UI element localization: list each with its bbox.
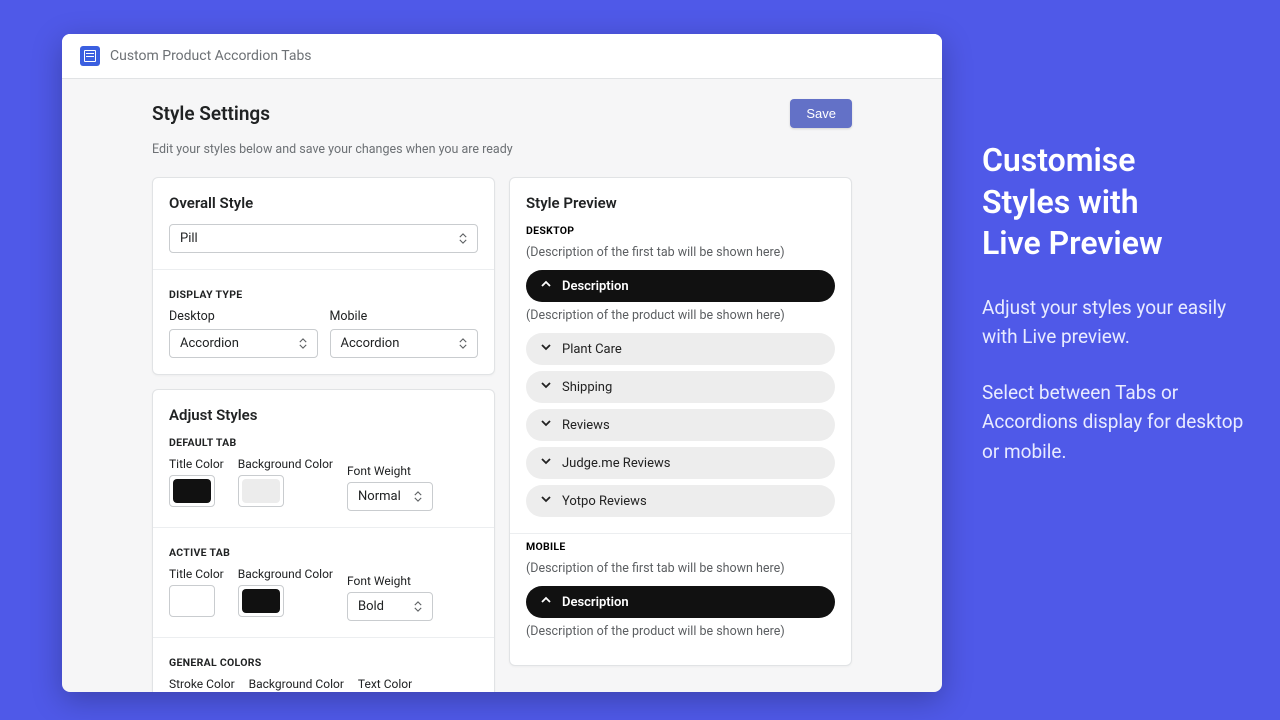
page-subtitle: Edit your styles below and save your cha… <box>152 142 852 157</box>
overall-style-value: Pill <box>180 231 198 246</box>
desktop-display-select[interactable]: Accordion <box>169 329 318 358</box>
font-weight-label: Font Weight <box>347 574 433 588</box>
display-type-label: DISPLAY TYPE <box>169 284 478 301</box>
select-caret-icon <box>459 233 467 244</box>
page-header: Style Settings Save <box>152 99 852 128</box>
accordion-item-label: Judge.me Reviews <box>562 456 670 471</box>
promo-paragraph: Adjust your styles your easily with Live… <box>982 293 1244 352</box>
active-tab-label: ACTIVE TAB <box>169 542 478 559</box>
accordion-item-label: Description <box>562 279 629 294</box>
accordion-item[interactable]: Reviews <box>526 409 835 441</box>
accordion-item-label: Plant Care <box>562 342 622 357</box>
columns: Overall Style Pill DISPLAY TYPE Desktop <box>152 177 852 692</box>
active-title-color-swatch[interactable] <box>169 585 215 617</box>
accordion-item-label: Shipping <box>562 380 612 395</box>
style-preview-heading: Style Preview <box>526 194 835 212</box>
adjust-styles-heading: Adjust Styles <box>169 406 478 424</box>
active-bg-color-swatch[interactable] <box>238 585 284 617</box>
bg-color-label: Background Color <box>238 457 333 471</box>
accordion-item[interactable]: Plant Care <box>526 333 835 365</box>
accordion-item-label: Reviews <box>562 418 610 433</box>
adjust-styles-card: Adjust Styles DEFAULT TAB Title Color Ba… <box>152 389 495 692</box>
right-column: Style Preview DESKTOP (Description of th… <box>509 177 852 692</box>
title-color-label: Title Color <box>169 457 224 471</box>
promo-panel: Customise Styles with Live Preview Adjus… <box>942 0 1280 720</box>
accordion-item[interactable]: Yotpo Reviews <box>526 485 835 517</box>
select-caret-icon <box>414 491 422 502</box>
app-title: Custom Product Accordion Tabs <box>110 48 312 64</box>
promo-headline: Customise Styles with Live Preview <box>982 140 1244 265</box>
accordion-item-label: Yotpo Reviews <box>562 494 647 509</box>
accordion-item[interactable]: Shipping <box>526 371 835 403</box>
default-font-weight-select[interactable]: Normal <box>347 482 433 511</box>
stroke-color-label: Stroke Color <box>169 677 235 691</box>
chevron-down-icon <box>540 379 552 395</box>
chevron-up-icon <box>540 594 552 610</box>
text-color-label: Text Color <box>358 677 412 691</box>
overall-style-select[interactable]: Pill <box>169 224 478 253</box>
titlebar: Custom Product Accordion Tabs <box>62 34 942 79</box>
accordion-item-active-mobile[interactable]: Description <box>526 586 835 618</box>
active-fw-value: Bold <box>358 599 384 614</box>
style-preview-card: Style Preview DESKTOP (Description of th… <box>509 177 852 666</box>
first-tab-note: (Description of the first tab will be sh… <box>526 245 835 260</box>
general-colors-label: GENERAL COLORS <box>169 652 478 669</box>
accordion-item-label: Description <box>562 595 629 610</box>
chevron-down-icon <box>540 417 552 433</box>
select-caret-icon <box>414 601 422 612</box>
default-fw-value: Normal <box>358 489 401 504</box>
font-weight-label: Font Weight <box>347 464 433 478</box>
product-note-mobile: (Description of the product will be show… <box>526 624 835 639</box>
left-column: Overall Style Pill DISPLAY TYPE Desktop <box>152 177 495 692</box>
product-note: (Description of the product will be show… <box>526 308 835 323</box>
bg-color-label: Background Color <box>238 567 333 581</box>
first-tab-note-mobile: (Description of the first tab will be sh… <box>526 561 835 576</box>
mobile-display-value: Accordion <box>341 336 400 351</box>
app-icon <box>80 46 100 66</box>
page-title: Style Settings <box>152 102 270 125</box>
overall-style-heading: Overall Style <box>169 194 478 212</box>
preview-desktop-label: DESKTOP <box>526 224 835 237</box>
select-caret-icon <box>299 338 307 349</box>
active-font-weight-select[interactable]: Bold <box>347 592 433 621</box>
select-caret-icon <box>459 338 467 349</box>
mobile-label: Mobile <box>330 309 479 324</box>
default-title-color-swatch[interactable] <box>169 475 215 507</box>
desktop-label: Desktop <box>169 309 318 324</box>
chevron-down-icon <box>540 455 552 471</box>
page: Style Settings Save Edit your styles bel… <box>62 79 942 692</box>
preview-mobile-label: MOBILE <box>526 540 835 553</box>
default-bg-color-swatch[interactable] <box>238 475 284 507</box>
chevron-up-icon <box>540 278 552 294</box>
mobile-display-select[interactable]: Accordion <box>330 329 479 358</box>
accordion-item[interactable]: Judge.me Reviews <box>526 447 835 479</box>
desktop-display-value: Accordion <box>180 336 239 351</box>
save-button[interactable]: Save <box>790 99 852 128</box>
accordion-item-active[interactable]: Description <box>526 270 835 302</box>
chevron-down-icon <box>540 341 552 357</box>
overall-style-card: Overall Style Pill DISPLAY TYPE Desktop <box>152 177 495 375</box>
default-tab-label: DEFAULT TAB <box>169 436 478 449</box>
chevron-down-icon <box>540 493 552 509</box>
title-color-label: Title Color <box>169 567 224 581</box>
general-bg-color-label: Background Color <box>249 677 344 691</box>
app-window: Custom Product Accordion Tabs Style Sett… <box>62 34 942 692</box>
promo-paragraph: Select between Tabs or Accordions displa… <box>982 378 1244 466</box>
